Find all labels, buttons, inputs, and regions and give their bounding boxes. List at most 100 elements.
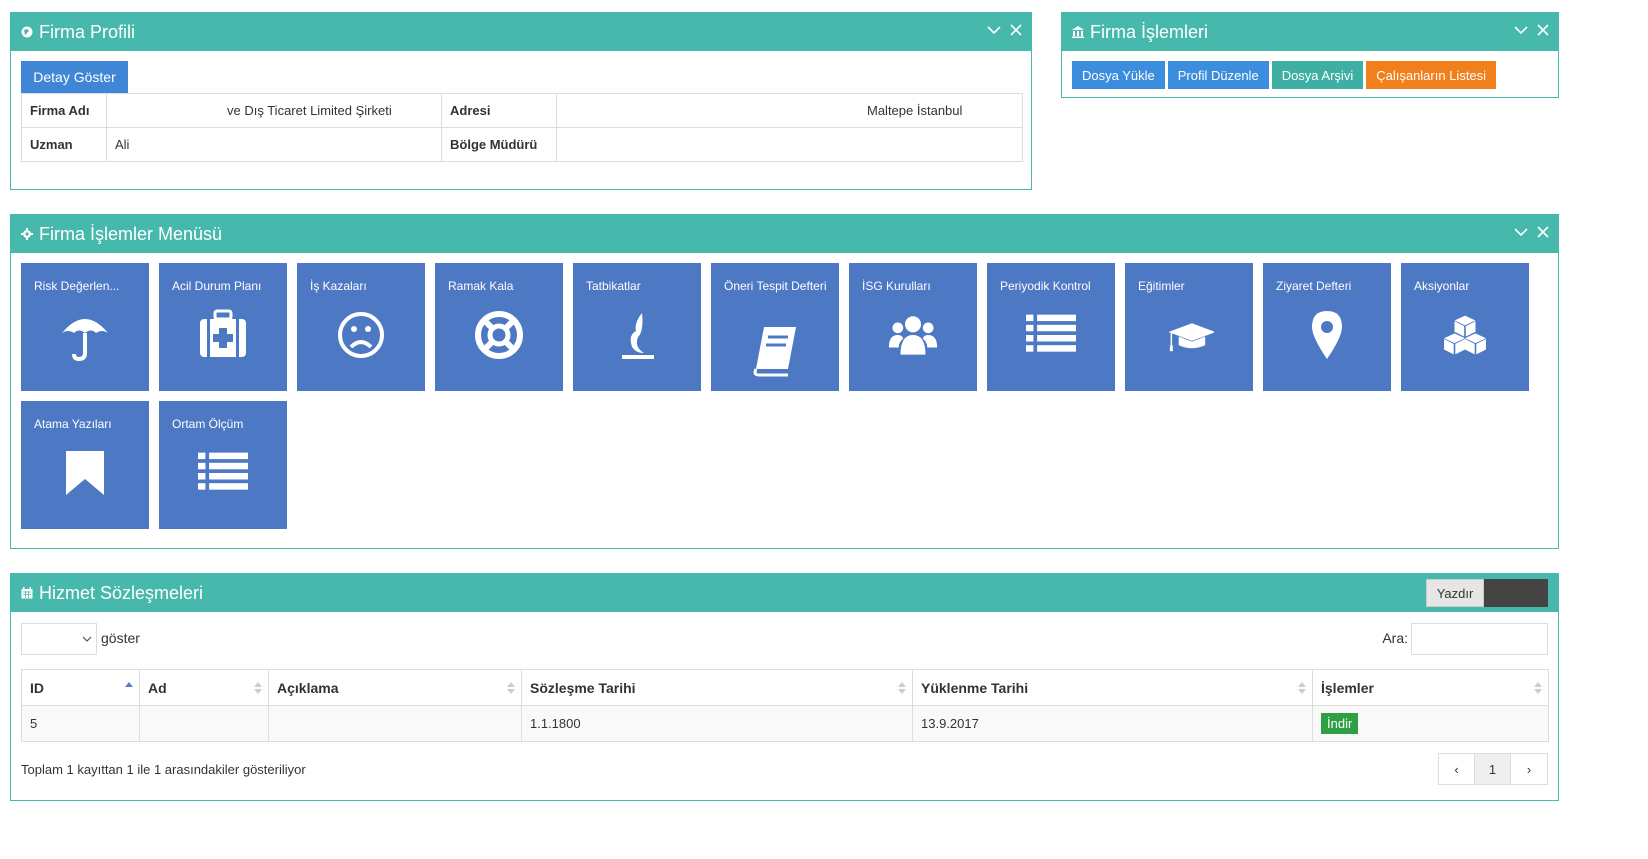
dosya-yukle-button[interactable]: Dosya Yükle bbox=[1072, 61, 1165, 89]
sort-asc-icon bbox=[125, 682, 133, 687]
cell-islemler: İndir bbox=[1312, 705, 1549, 742]
panel-header: Firma İşlemleri bbox=[1062, 13, 1558, 51]
uzman-label: Uzman bbox=[21, 127, 107, 162]
tile-tatbikatlar[interactable]: Tatbikatlar bbox=[573, 263, 701, 391]
search-label: Ara: bbox=[1382, 630, 1408, 646]
tile-label: Eğitimler bbox=[1138, 279, 1185, 293]
tile-label: Ortam Ölçüm bbox=[172, 417, 244, 431]
search-input[interactable] bbox=[1411, 623, 1548, 655]
bookmark-icon bbox=[66, 451, 104, 495]
panel-title: Firma İşlemler Menüsü bbox=[39, 223, 223, 244]
tile-ortam-olcum[interactable]: Ortam Ölçüm bbox=[159, 401, 287, 529]
panel-title: Firma Profili bbox=[39, 21, 136, 42]
bank-icon bbox=[1072, 26, 1084, 38]
column-label: Sözleşme Tarihi bbox=[530, 679, 636, 696]
operations-buttons: Dosya Yükle Profil Düzenle Dosya Arşivi … bbox=[1072, 61, 1497, 89]
lifebuoy-icon bbox=[475, 311, 523, 359]
panel-header: Firma İşlemler Menüsü bbox=[11, 215, 1558, 253]
cell-aciklama bbox=[268, 705, 522, 742]
table-info: Toplam 1 kayıttan 1 ile 1 arasındakiler … bbox=[21, 762, 306, 777]
tile-label: Acil Durum Planı bbox=[172, 279, 262, 293]
page-button-1[interactable]: 1 bbox=[1475, 754, 1511, 784]
fire-icon bbox=[622, 313, 654, 359]
export-button[interactable] bbox=[1484, 579, 1548, 607]
column-header-ad[interactable]: Ad bbox=[139, 669, 269, 706]
uzman-value: Ali bbox=[106, 127, 442, 162]
column-label: İşlemler bbox=[1321, 679, 1374, 696]
cell-id: 5 bbox=[21, 705, 140, 742]
cubes-icon bbox=[1444, 315, 1486, 355]
tile-label: Risk Değerlen... bbox=[34, 279, 120, 293]
panel-title: Hizmet Sözleşmeleri bbox=[39, 582, 204, 603]
adresi-value: Maltepe İstanbul bbox=[556, 93, 1023, 128]
firma-adi-value: ve Dış Ticaret Limited Şirketi bbox=[106, 93, 442, 128]
contracts-table: ID Ad Açıklama Sözleşme Tarihi Yüklenme … bbox=[21, 669, 1549, 742]
pagination: ‹ 1 › bbox=[1438, 753, 1548, 785]
close-icon[interactable] bbox=[1009, 23, 1023, 37]
tile-ziyaret-defteri[interactable]: Ziyaret Defteri bbox=[1263, 263, 1391, 391]
column-label: Açıklama bbox=[277, 679, 339, 696]
map-marker-icon bbox=[1312, 311, 1342, 359]
tile-label: Ramak Kala bbox=[448, 279, 514, 293]
users-icon bbox=[888, 316, 938, 355]
panel-header: Firma Profili bbox=[11, 13, 1031, 51]
gear-icon bbox=[21, 228, 33, 240]
chevron-down-icon[interactable] bbox=[1514, 225, 1528, 239]
tile-oneri-tespit-defteri[interactable]: Öneri Tespit Defteri bbox=[711, 263, 839, 391]
list-icon bbox=[1026, 314, 1076, 352]
column-label: ID bbox=[30, 679, 44, 696]
tile-atama-yazilari[interactable]: Atama Yazıları bbox=[21, 401, 149, 529]
tile-periyodik-kontrol[interactable]: Periyodik Kontrol bbox=[987, 263, 1115, 391]
cell-sozlesme-tarihi: 1.1.1800 bbox=[521, 705, 913, 742]
tile-ramak-kala[interactable]: Ramak Kala bbox=[435, 263, 563, 391]
graduation-cap-icon bbox=[1168, 323, 1214, 352]
previous-page-button[interactable]: ‹ bbox=[1439, 754, 1475, 784]
umbrella-icon bbox=[62, 319, 108, 361]
tile-label: İş Kazaları bbox=[310, 279, 367, 293]
download-button[interactable]: İndir bbox=[1321, 713, 1359, 734]
column-header-yuklenme-tarihi[interactable]: Yüklenme Tarihi bbox=[912, 669, 1313, 706]
table-row: 5 1.1.1800 13.9.2017 İndir bbox=[21, 705, 1549, 742]
profil-duzenle-button[interactable]: Profil Düzenle bbox=[1167, 61, 1269, 89]
tile-label: Ziyaret Defteri bbox=[1276, 279, 1352, 293]
chevron-down-icon[interactable] bbox=[987, 23, 1001, 37]
tile-acil-durum-plani[interactable]: Acil Durum Planı bbox=[159, 263, 287, 391]
tile-egitimler[interactable]: Eğitimler bbox=[1125, 263, 1253, 391]
dosya-arsivi-button[interactable]: Dosya Arşivi bbox=[1271, 61, 1364, 89]
profile-table: Firma Adı ve Dış Ticaret Limited Şirketi… bbox=[21, 93, 1023, 162]
tile-label: Tatbikatlar bbox=[586, 279, 641, 293]
chevron-down-icon[interactable] bbox=[1514, 23, 1528, 37]
table-header-row: ID Ad Açıklama Sözleşme Tarihi Yüklenme … bbox=[21, 669, 1549, 706]
firma-profili-panel: Firma Profili Detay Göster Firma Adı ve … bbox=[10, 12, 1032, 190]
list-icon bbox=[198, 452, 248, 490]
column-label: Yüklenme Tarihi bbox=[921, 679, 1029, 696]
next-page-button[interactable]: › bbox=[1511, 754, 1547, 784]
tile-label: Atama Yazıları bbox=[34, 417, 112, 431]
hizmet-sozlesmeleri-panel: Hizmet Sözleşmeleri Yazdır göster Ara: I… bbox=[10, 573, 1559, 801]
calisanlarin-listesi-button[interactable]: Çalışanların Listesi bbox=[1366, 61, 1497, 89]
detail-button[interactable]: Detay Göster bbox=[21, 61, 128, 93]
tile-label: Aksiyonlar bbox=[1414, 279, 1470, 293]
close-icon[interactable] bbox=[1536, 225, 1550, 239]
cell-yuklenme-tarihi: 13.9.2017 bbox=[912, 705, 1313, 742]
sort-icon bbox=[1298, 682, 1306, 694]
page-length-select[interactable] bbox=[21, 623, 97, 655]
frown-icon bbox=[338, 312, 384, 358]
close-icon[interactable] bbox=[1536, 23, 1550, 37]
print-button[interactable]: Yazdır bbox=[1426, 579, 1484, 607]
tile-aksiyonlar[interactable]: Aksiyonlar bbox=[1401, 263, 1529, 391]
column-header-islemler[interactable]: İşlemler bbox=[1312, 669, 1549, 706]
bolge-muduru-value bbox=[556, 127, 1023, 162]
table-row: Uzman Ali Bölge Müdürü bbox=[21, 127, 1023, 162]
column-label: Ad bbox=[148, 679, 167, 696]
adresi-label: Adresi bbox=[441, 93, 557, 128]
tile-isg-kurullari[interactable]: İSG Kurulları bbox=[849, 263, 977, 391]
column-header-sozlesme-tarihi[interactable]: Sözleşme Tarihi bbox=[521, 669, 913, 706]
column-header-aciklama[interactable]: Açıklama bbox=[268, 669, 522, 706]
firma-islemler-menusu-panel: Firma İşlemler Menüsü Risk Değerlen... A… bbox=[10, 214, 1559, 549]
sort-icon bbox=[254, 682, 262, 694]
column-header-id[interactable]: ID bbox=[21, 669, 140, 706]
tile-is-kazalari[interactable]: İş Kazaları bbox=[297, 263, 425, 391]
tile-risk-degerlendirme[interactable]: Risk Değerlen... bbox=[21, 263, 149, 391]
table-row: Firma Adı ve Dış Ticaret Limited Şirketi… bbox=[21, 93, 1023, 128]
